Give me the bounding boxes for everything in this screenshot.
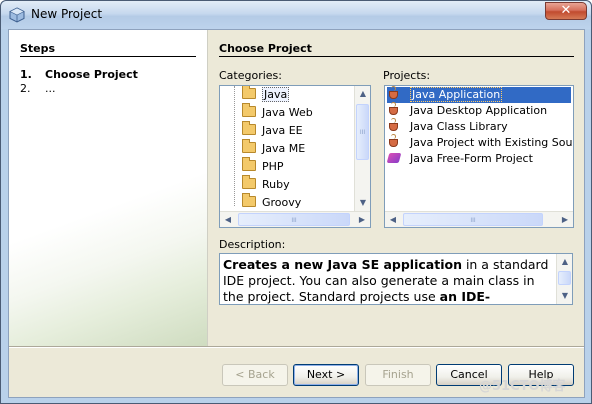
description-vertical-scrollbar[interactable]: ▲ ▼ xyxy=(556,254,572,304)
window-title: New Project xyxy=(31,7,103,21)
button-separator xyxy=(9,346,584,348)
scroll-down-arrow-icon[interactable]: ▼ xyxy=(355,195,370,211)
scrollbar-thumb[interactable]: III xyxy=(356,104,369,160)
folder-icon xyxy=(242,121,256,135)
steps-divider xyxy=(20,56,196,57)
step-number: 2. xyxy=(20,82,31,95)
close-button[interactable]: ✕ xyxy=(545,2,587,20)
panel-divider xyxy=(219,56,574,57)
watermark: @51CTO博客 xyxy=(479,379,566,394)
folder-icon xyxy=(242,175,256,189)
scrollbar-thumb[interactable]: III xyxy=(403,213,543,226)
coffee-cup-icon xyxy=(387,102,402,116)
free-form-project-icon xyxy=(386,151,402,164)
projects-label: Projects: xyxy=(383,69,431,82)
steps-title: Steps xyxy=(20,42,56,55)
folder-icon xyxy=(242,103,256,117)
back-button[interactable]: < Back xyxy=(222,364,288,386)
category-item[interactable]: Java xyxy=(242,86,290,104)
title-bar[interactable]: New Project ✕ xyxy=(1,1,591,29)
next-button[interactable]: Next > xyxy=(293,364,359,386)
project-item[interactable]: Java Free-Form Project xyxy=(386,151,533,167)
scrollbar-thumb[interactable] xyxy=(558,271,571,285)
coffee-cup-icon xyxy=(387,86,402,100)
projects-list[interactable]: Java Application Java Desktop Applicatio… xyxy=(384,85,574,228)
project-item[interactable]: Java Class Library xyxy=(387,118,508,135)
scroll-up-arrow-icon[interactable]: ▲ xyxy=(355,86,370,102)
scroll-left-arrow-icon[interactable]: ◀ xyxy=(385,212,401,227)
folder-icon xyxy=(242,86,256,99)
step-2: 2.... xyxy=(20,82,56,95)
step-number: 1. xyxy=(20,68,32,81)
category-item[interactable]: Ruby xyxy=(242,175,290,194)
steps-panel: Steps 1. Choose Project 2.... xyxy=(9,30,208,346)
category-item[interactable]: Java ME xyxy=(242,139,305,158)
categories-label: Categories: xyxy=(219,69,282,82)
new-project-dialog: New Project ✕ Steps 1. Choose Project 2..… xyxy=(0,0,592,404)
step-label: Choose Project xyxy=(45,68,138,81)
category-item[interactable]: Java Web xyxy=(242,103,313,122)
categories-vertical-scrollbar[interactable]: ▲ III ▼ xyxy=(354,86,370,211)
tree-guide-line xyxy=(234,86,235,206)
project-item[interactable]: Java Desktop Application xyxy=(387,102,547,119)
coffee-cup-icon xyxy=(387,118,402,132)
category-item[interactable]: Groovy xyxy=(242,193,301,212)
scroll-right-arrow-icon[interactable]: ▶ xyxy=(354,212,370,227)
netbeans-cube-icon xyxy=(9,7,25,23)
step-1: 1. Choose Project xyxy=(20,68,138,81)
step-label: ... xyxy=(45,82,56,95)
folder-icon xyxy=(242,193,256,207)
folder-icon xyxy=(242,139,256,153)
coffee-cup-icon xyxy=(387,134,402,148)
finish-button[interactable]: Finish xyxy=(365,364,431,386)
panel-title: Choose Project xyxy=(219,42,312,55)
category-item[interactable]: Java EE xyxy=(242,121,303,140)
description-text: Creates a new Java SE application in a s… xyxy=(223,257,549,304)
scroll-left-arrow-icon[interactable]: ◀ xyxy=(220,212,236,227)
description-label: Description: xyxy=(219,238,286,251)
scroll-down-arrow-icon[interactable]: ▼ xyxy=(557,288,572,304)
scroll-right-arrow-icon[interactable]: ▶ xyxy=(557,212,573,227)
folder-icon xyxy=(242,157,256,171)
projects-horizontal-scrollbar[interactable]: ◀ III ▶ xyxy=(385,211,573,227)
categories-horizontal-scrollbar[interactable]: ◀ III ▶ xyxy=(220,211,370,227)
category-item[interactable]: PHP xyxy=(242,157,284,176)
project-item[interactable]: Java Application xyxy=(387,86,571,103)
project-item[interactable]: Java Project with Existing Sources xyxy=(387,134,573,151)
scroll-up-arrow-icon[interactable]: ▲ xyxy=(557,254,572,270)
description-box[interactable]: Creates a new Java SE application in a s… xyxy=(219,253,573,305)
dialog-body: Steps 1. Choose Project 2.... Choose Proj… xyxy=(8,29,585,398)
categories-tree[interactable]: Java Java Web Java EE Java ME PHP Ruby G… xyxy=(219,85,371,228)
scrollbar-thumb[interactable]: III xyxy=(238,213,350,226)
